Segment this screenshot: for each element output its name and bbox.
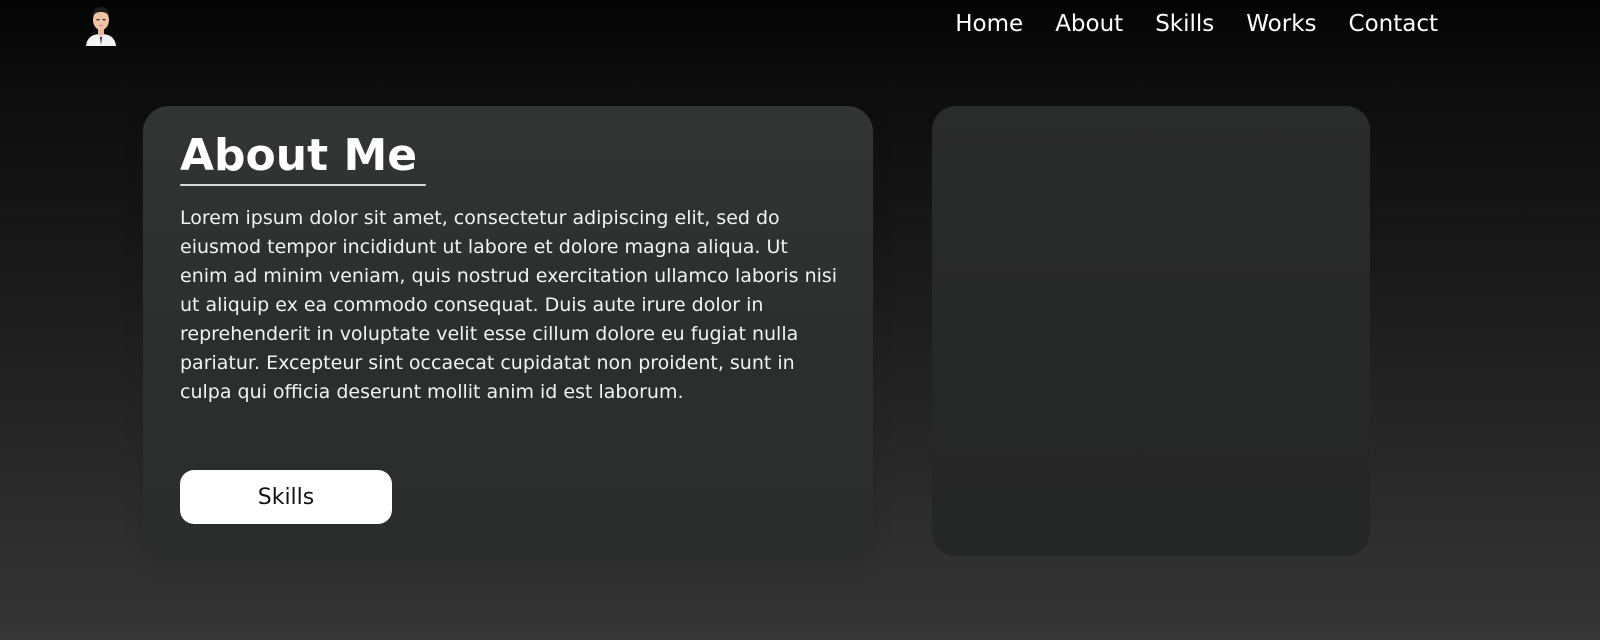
about-description: Lorem ipsum dolor sit amet, consectetur … — [180, 207, 838, 403]
nav-item-about[interactable]: About — [1055, 8, 1123, 40]
image-placeholder-card — [932, 106, 1370, 556]
profile-avatar-icon[interactable] — [84, 4, 118, 46]
skills-button[interactable]: Skills — [180, 470, 392, 524]
title-underline — [180, 184, 426, 186]
about-card: About Me Lorem ipsum dolor sit amet, con… — [143, 106, 873, 558]
main-nav: Home About Skills Works Contact — [955, 8, 1438, 40]
nav-item-skills[interactable]: Skills — [1155, 8, 1214, 40]
nav-item-works[interactable]: Works — [1246, 8, 1316, 40]
site-header: Home About Skills Works Contact — [0, 0, 1600, 50]
about-title: About Me — [180, 130, 418, 181]
nav-item-contact[interactable]: Contact — [1349, 8, 1438, 40]
nav-item-home[interactable]: Home — [955, 8, 1023, 40]
